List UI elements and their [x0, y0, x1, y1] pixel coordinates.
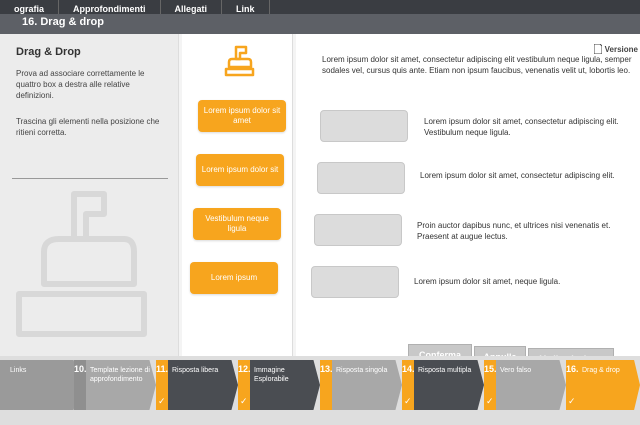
nav-item-links[interactable]: Links — [0, 360, 80, 410]
check-icon: ✓ — [486, 396, 494, 406]
drag-item-3[interactable]: Vestibulum neque ligula — [193, 208, 281, 240]
divider — [12, 178, 168, 179]
instructions-title: Drag & Drop — [16, 46, 81, 58]
drop-box-1[interactable] — [320, 110, 408, 142]
bottom-navigation: Links 10. Template lezione di approfondi… — [0, 356, 640, 425]
definition-4: Lorem ipsum dolor sit amet, neque ligula… — [414, 277, 561, 286]
nav-item-11[interactable]: 11. Risposta libera ✓ — [156, 360, 238, 410]
page-title: 16. Drag & drop — [22, 16, 104, 28]
hand-drag-icon — [224, 45, 255, 77]
nav-item-15[interactable]: 15. Vero falso ✓ — [484, 360, 566, 410]
instructions-panel: Drag & Drop Prova ad associare correttam… — [0, 34, 179, 356]
nav-item-12[interactable]: 12. Immagine Esplorabile ✓ — [238, 360, 320, 410]
definitions-panel: Versione Lorem ipsum dolor sit amet, con… — [296, 34, 640, 370]
nav-item-10[interactable]: 10. Template lezione di approfondimento — [74, 360, 156, 410]
drop-box-3[interactable] — [314, 214, 402, 246]
drag-item-2[interactable]: Lorem ipsum dolor sit — [196, 154, 284, 186]
document-icon — [593, 44, 602, 54]
drag-items-panel: Lorem ipsum dolor sit amet Lorem ipsum d… — [182, 34, 293, 356]
definition-3: Proin auctor dapibus nunc, et ultrices n… — [417, 221, 611, 241]
page-title-text: Drag & drop — [40, 16, 104, 28]
nav-item-16[interactable]: 16. Drag & drop ✓ — [566, 360, 640, 410]
check-icon: ✓ — [240, 396, 248, 406]
definition-2: Lorem ipsum dolor sit amet, consectetur … — [420, 171, 615, 180]
nav-item-13[interactable]: 13. Risposta singola — [320, 360, 402, 410]
drag-item-4[interactable]: Lorem ipsum — [190, 262, 278, 294]
instructions-text-2: Trascina gli elementi nella posizione ch… — [16, 117, 160, 137]
intro-text: Lorem ipsum dolor sit amet, consectetur … — [322, 55, 632, 75]
definition-1: Lorem ipsum dolor sit amet, consectetur … — [424, 117, 619, 137]
version-link[interactable]: Versione — [593, 44, 638, 54]
check-icon: ✓ — [158, 396, 166, 406]
drop-box-2[interactable] — [317, 162, 405, 194]
drop-box-4[interactable] — [311, 266, 399, 298]
check-icon: ✓ — [404, 396, 412, 406]
nav-item-14[interactable]: 14. Risposta multipla ✓ — [402, 360, 484, 410]
check-icon: ✓ — [568, 396, 576, 406]
page-number: 16. — [22, 16, 38, 28]
hand-drag-watermark-icon — [16, 191, 147, 337]
content-area: Drag & Drop Prova ad associare correttam… — [0, 34, 640, 370]
drag-item-1[interactable]: Lorem ipsum dolor sit amet — [198, 100, 286, 132]
version-label: Versione — [604, 44, 638, 54]
instructions-text-1: Prova ad associare correttamente le quat… — [16, 69, 145, 100]
